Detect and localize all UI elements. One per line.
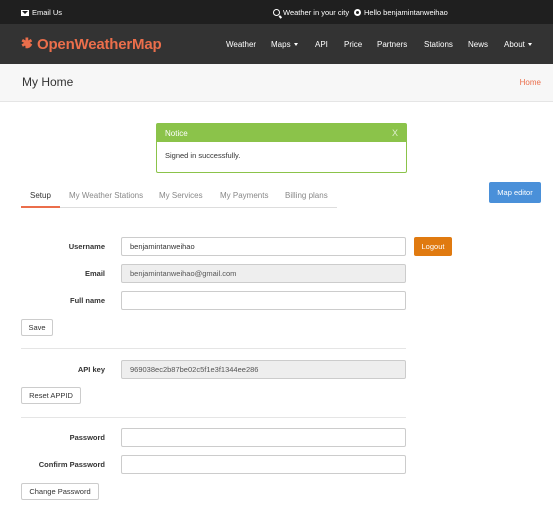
- nav-item-about-label: About: [504, 40, 525, 49]
- nav-item-weather[interactable]: Weather: [226, 40, 256, 49]
- weather-in-your-city-link[interactable]: Weather in your city: [273, 8, 349, 17]
- nav-item-stations[interactable]: Stations: [424, 40, 453, 49]
- nav-item-maps[interactable]: Maps: [271, 40, 298, 49]
- section-divider: [21, 417, 406, 418]
- logo[interactable]: OpenWeatherMap: [21, 35, 162, 54]
- top-bar: Email Us Weather in your city Hello benj…: [0, 0, 553, 24]
- nav-item-api[interactable]: API: [315, 40, 328, 49]
- reset-appid-button[interactable]: Reset APPID: [21, 387, 81, 404]
- envelope-icon: [21, 9, 29, 16]
- save-button[interactable]: Save: [21, 319, 53, 336]
- tab-billing-plans[interactable]: Billing plans: [285, 191, 328, 200]
- notice-alert: Notice X Signed in successfully.: [156, 123, 407, 173]
- tab-my-payments[interactable]: My Payments: [220, 191, 268, 200]
- active-tab-indicator: [21, 206, 60, 208]
- email-us-label: Email Us: [32, 8, 63, 17]
- notice-message: Signed in successfully.: [165, 151, 241, 160]
- email-us-link[interactable]: Email Us: [21, 8, 62, 17]
- password-label: Password: [69, 433, 105, 442]
- tab-setup[interactable]: Setup: [30, 191, 51, 200]
- nav-item-news[interactable]: News: [468, 40, 488, 49]
- hello-user-label: Hello benjamintanweihao: [364, 8, 448, 17]
- search-icon: [273, 9, 280, 16]
- notice-title: Notice: [165, 129, 188, 138]
- close-icon[interactable]: X: [392, 128, 398, 138]
- user-menu-link[interactable]: Hello benjamintanweihao: [354, 8, 448, 17]
- logo-text: OpenWeatherMap: [37, 36, 162, 53]
- api-key-field[interactable]: [121, 360, 406, 379]
- weather-in-your-city-label: Weather in your city: [283, 8, 350, 17]
- section-divider: [21, 348, 406, 349]
- chevron-down-icon: [293, 43, 298, 47]
- breadcrumb-home-link[interactable]: Home: [520, 78, 541, 87]
- username-label: Username: [68, 242, 105, 251]
- change-password-button[interactable]: Change Password: [21, 483, 99, 500]
- username-field[interactable]: [121, 237, 406, 256]
- account-tabs: Setup My Weather Stations My Services My…: [21, 188, 337, 208]
- logout-button[interactable]: Logout: [414, 237, 452, 256]
- page-title: My Home: [22, 75, 74, 89]
- notice-header: Notice X: [157, 124, 406, 142]
- confirm-password-field[interactable]: [121, 455, 406, 474]
- nav-item-maps-label: Maps: [271, 40, 291, 49]
- user-icon: [354, 9, 361, 16]
- main-navbar: OpenWeatherMap Weather Maps API Price Pa…: [0, 24, 553, 64]
- api-key-label: API key: [77, 365, 105, 374]
- full-name-label: Full name: [69, 296, 105, 305]
- tab-my-weather-stations[interactable]: My Weather Stations: [69, 191, 143, 200]
- nav-item-about[interactable]: About: [504, 40, 532, 49]
- sun-logo-icon: [21, 35, 34, 52]
- full-name-field[interactable]: [121, 291, 406, 310]
- nav-item-price[interactable]: Price: [344, 40, 362, 49]
- email-field[interactable]: [121, 264, 406, 283]
- email-label: Email: [84, 269, 105, 278]
- map-editor-button[interactable]: Map editor: [489, 182, 541, 203]
- nav-item-partners[interactable]: Partners: [377, 40, 407, 49]
- page-header: My Home Home: [0, 64, 553, 102]
- password-field[interactable]: [121, 428, 406, 447]
- tab-my-services[interactable]: My Services: [159, 191, 203, 200]
- chevron-down-icon: [527, 43, 532, 47]
- confirm-password-label: Confirm Password: [38, 460, 105, 469]
